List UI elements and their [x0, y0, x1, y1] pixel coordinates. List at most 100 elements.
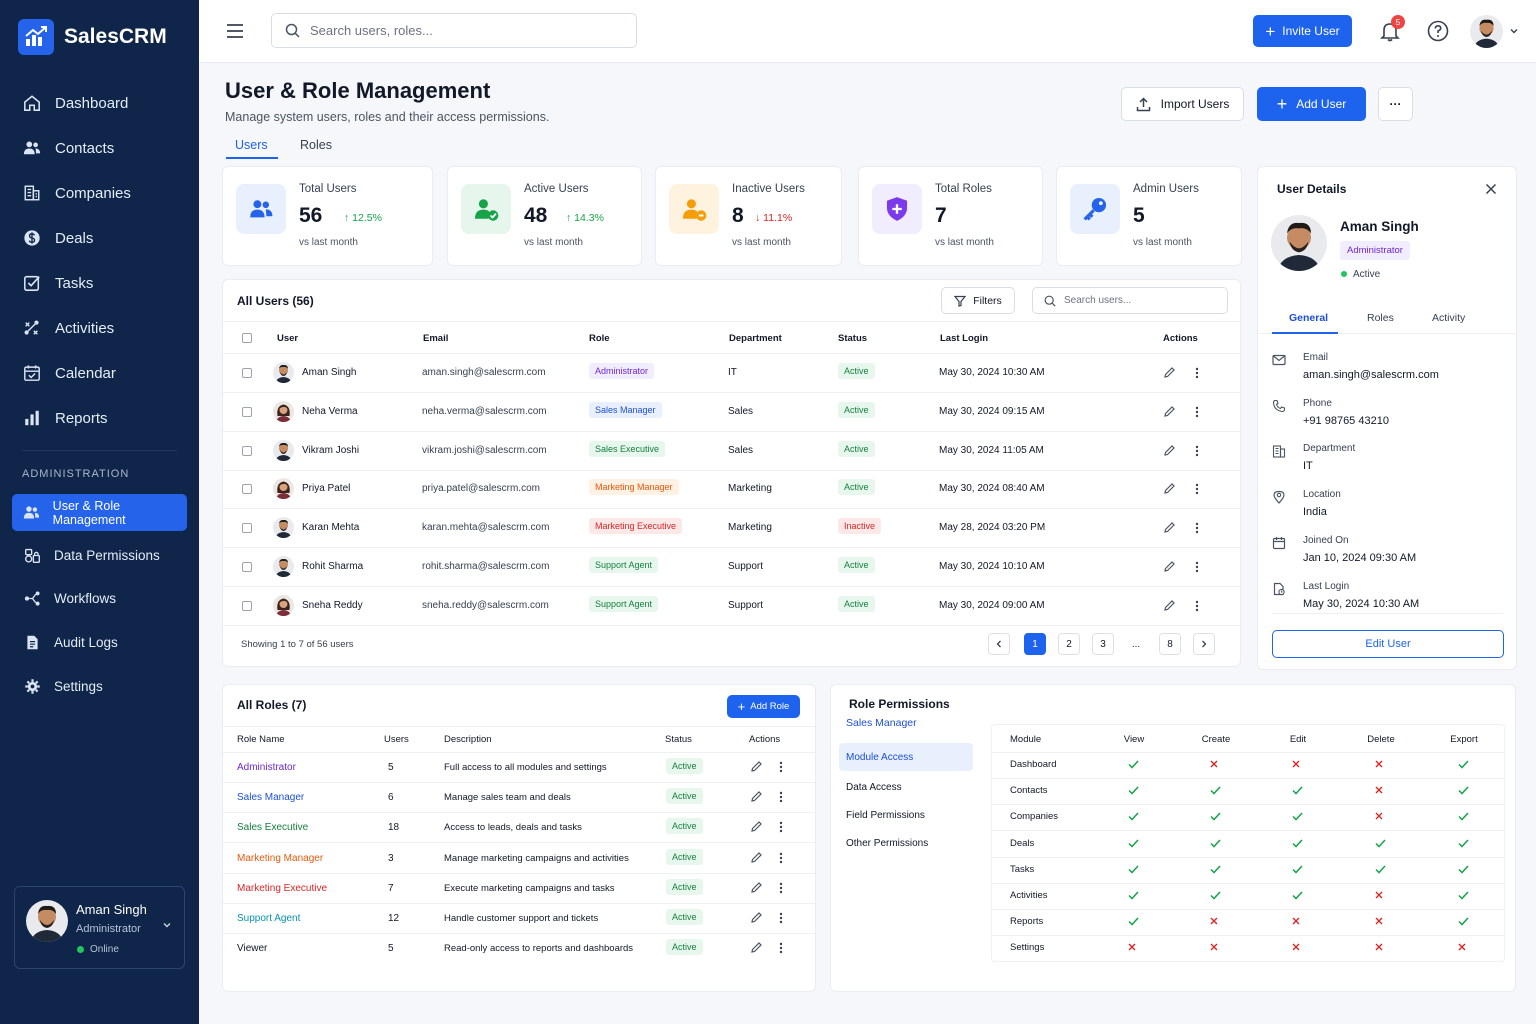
more-vertical-icon[interactable] [1195, 367, 1199, 379]
users-search-input[interactable]: Search users... [1032, 287, 1228, 314]
add-role-button[interactable]: + Add Role [727, 695, 800, 718]
col-status-header[interactable]: Status [665, 734, 692, 745]
role-name[interactable]: Sales Manager [237, 792, 304, 803]
cross-icon[interactable] [1292, 760, 1300, 768]
col-department-header[interactable]: Department [729, 333, 782, 344]
user-name[interactable]: Aman Singh [302, 367, 356, 378]
edit-icon[interactable] [1163, 444, 1176, 457]
row-checkbox[interactable] [242, 406, 252, 417]
user-name[interactable]: Vikram Joshi [302, 445, 359, 456]
check-icon[interactable] [1210, 865, 1221, 874]
permission-menu-item[interactable]: Other Permissions [839, 829, 973, 857]
check-icon[interactable] [1458, 839, 1469, 848]
user-name[interactable]: Neha Verma [302, 406, 358, 417]
current-user-card[interactable]: Aman Singh Administrator Online [14, 886, 185, 969]
more-vertical-icon[interactable] [779, 761, 783, 773]
edit-icon[interactable] [1163, 521, 1176, 534]
col-last-login-header[interactable]: Last Login [940, 333, 988, 344]
sidebar-item-tasks[interactable]: Tasks [0, 263, 199, 303]
row-checkbox[interactable] [242, 523, 252, 534]
more-vertical-icon[interactable] [1195, 522, 1199, 534]
import-users-button[interactable]: Import Users [1121, 87, 1244, 121]
check-icon[interactable] [1458, 891, 1469, 900]
table-row[interactable]: Neha Verma neha.verma@salescrm.com Sales M… [223, 393, 1240, 431]
row-checkbox[interactable] [242, 600, 252, 611]
tab-activity[interactable]: Activity [1432, 312, 1465, 324]
row-checkbox[interactable] [242, 368, 252, 378]
permission-menu-item[interactable]: Data Access [839, 773, 973, 801]
role-name[interactable]: Marketing Executive [237, 883, 327, 894]
tab-roles[interactable]: Roles [1367, 312, 1394, 324]
col-actions-header[interactable]: Actions [1163, 333, 1198, 344]
edit-icon[interactable] [1163, 599, 1176, 612]
more-vertical-icon[interactable] [1195, 406, 1199, 418]
sidebar-item-user-role-management[interactable]: User & Role Management [12, 494, 187, 531]
table-row[interactable]: Support Agent 12 Handle customer support a… [223, 903, 815, 933]
page-button[interactable]: 1 [1024, 633, 1046, 655]
check-icon[interactable] [1292, 891, 1303, 900]
sidebar-item-activities[interactable]: Activities [0, 308, 199, 348]
cross-icon[interactable] [1210, 943, 1218, 951]
col-status-header[interactable]: Status [838, 333, 867, 344]
table-row[interactable]: Marketing Manager 3 Manage marketing campa… [223, 843, 815, 873]
permission-menu-item[interactable]: Field Permissions [839, 801, 973, 829]
sidebar-item-settings[interactable]: Settings [12, 668, 187, 705]
edit-icon[interactable] [750, 851, 763, 864]
check-icon[interactable] [1210, 786, 1221, 795]
table-row[interactable]: Rohit Sharma rohit.sharma@salescrm.com Sup… [223, 548, 1240, 586]
role-name[interactable]: Marketing Manager [237, 853, 323, 864]
check-icon[interactable] [1128, 891, 1139, 900]
table-row[interactable]: Sales Executive 18 Access to leads, deals … [223, 812, 815, 842]
table-row[interactable]: Viewer 5 Read-only access to reports and d… [223, 933, 815, 963]
col-email-header[interactable]: Email [423, 333, 448, 344]
edit-icon[interactable] [750, 881, 763, 894]
tab-users[interactable]: Users [235, 138, 268, 152]
tab-roles[interactable]: Roles [300, 138, 332, 152]
edit-icon[interactable] [1163, 560, 1176, 573]
cross-icon[interactable] [1128, 943, 1136, 951]
edit-icon[interactable] [750, 941, 763, 954]
chevron-down-icon[interactable] [161, 919, 173, 931]
check-icon[interactable] [1210, 839, 1221, 848]
table-row[interactable]: Vikram Joshi vikram.joshi@salescrm.com Sal… [223, 432, 1240, 470]
cross-icon[interactable] [1375, 917, 1383, 925]
help-icon[interactable] [1427, 20, 1449, 42]
edit-icon[interactable] [1163, 405, 1176, 418]
col-user-header[interactable]: User [277, 333, 298, 344]
check-icon[interactable] [1128, 917, 1139, 926]
admin-users-card[interactable]: Admin Users 5 vs last month [1056, 166, 1242, 266]
edit-icon[interactable] [750, 760, 763, 773]
sidebar-item-calendar[interactable]: Calendar [0, 353, 199, 393]
col-users-header[interactable]: Users [384, 734, 409, 745]
more-options-button[interactable]: ··· [1378, 87, 1413, 121]
cross-icon[interactable] [1458, 943, 1466, 951]
check-icon[interactable] [1458, 865, 1469, 874]
total-roles-card[interactable]: Total Roles 7 vs last month [858, 166, 1043, 266]
more-vertical-icon[interactable] [1195, 445, 1199, 457]
page-button[interactable]: 3 [1092, 633, 1114, 655]
sidebar-item-audit-logs[interactable]: Audit Logs [12, 624, 187, 661]
page-button[interactable]: 8 [1159, 633, 1181, 655]
check-icon[interactable] [1128, 839, 1139, 848]
check-icon[interactable] [1458, 760, 1469, 769]
select-all-checkbox[interactable] [242, 333, 252, 343]
check-icon[interactable] [1210, 812, 1221, 821]
cross-icon[interactable] [1292, 943, 1300, 951]
cross-icon[interactable] [1292, 917, 1300, 925]
more-vertical-icon[interactable] [1195, 561, 1199, 573]
check-icon[interactable] [1292, 865, 1303, 874]
add-user-button[interactable]: + Add User [1257, 87, 1366, 121]
role-name[interactable]: Administrator [237, 762, 296, 773]
table-row[interactable]: Administrator 5 Full access to all modules… [223, 752, 815, 782]
sidebar-item-contacts[interactable]: Contacts [0, 128, 199, 168]
check-icon[interactable] [1292, 839, 1303, 848]
role-name[interactable]: Support Agent [237, 913, 300, 924]
sidebar-item-data-permissions[interactable]: Data Permissions [12, 537, 187, 574]
global-search-input[interactable]: Search users, roles... [271, 13, 637, 48]
check-icon[interactable] [1128, 760, 1139, 769]
col-actions-header[interactable]: Actions [749, 734, 780, 745]
close-icon[interactable] [1485, 183, 1497, 195]
check-icon[interactable] [1292, 786, 1303, 795]
more-vertical-icon[interactable] [779, 882, 783, 894]
more-vertical-icon[interactable] [779, 852, 783, 864]
